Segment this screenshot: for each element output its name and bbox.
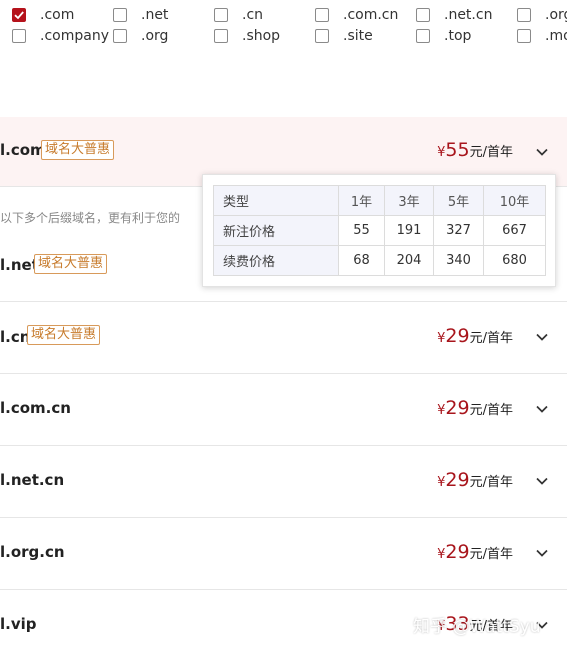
domain-name: l.net.cn <box>0 471 65 489</box>
domain-row-org-cn[interactable]: l.org.cn ¥29元/首年 <box>0 518 567 590</box>
price-unit: 元/首年 <box>469 475 513 490</box>
promo-tag: 域名大普惠 <box>27 325 101 345</box>
filter-checkbox-org[interactable]: .org <box>517 5 567 25</box>
price-unit: 元/首年 <box>469 403 513 418</box>
table-cell: 68 <box>338 245 385 276</box>
checkbox-icon <box>113 8 127 22</box>
checkbox-icon <box>416 29 430 43</box>
price-unit: 元/首年 <box>469 547 513 562</box>
chevron-down-icon[interactable] <box>535 474 549 488</box>
checkbox-checked-icon <box>12 8 26 22</box>
chevron-down-icon[interactable] <box>535 402 549 416</box>
filter-label: .company <box>40 28 109 44</box>
promo-tag: 域名大普惠 <box>34 254 108 274</box>
table-cell: 340 <box>433 245 484 276</box>
filter-label: .top <box>444 28 472 44</box>
table-cell: 667 <box>483 215 546 246</box>
filter-checkbox-shop[interactable]: .shop <box>214 26 280 46</box>
filter-checkbox-cn[interactable]: .cn <box>214 5 263 25</box>
price-value: 55 <box>445 139 470 161</box>
domain-name: l.vip <box>0 615 37 633</box>
checkbox-icon <box>517 29 531 43</box>
price-table: 类型 1年 3年 5年 10年 新注价格 55 191 327 667 续费价格… <box>213 185 546 276</box>
table-row-header: 续费价格 <box>213 245 339 276</box>
promo-text: 以下多个后缀域名，更有利于您的 <box>0 211 181 225</box>
price-value: 29 <box>445 541 470 563</box>
filter-checkbox-org-2[interactable]: .org <box>113 26 168 46</box>
filter-label: .com.cn <box>343 7 399 23</box>
table-header-cell: 1年 <box>338 185 385 216</box>
price-value: 29 <box>445 325 470 347</box>
price: ¥29元/首年 <box>437 541 513 563</box>
chevron-down-icon[interactable] <box>535 145 549 159</box>
table-row: 新注价格 55 191 327 667 <box>213 215 546 246</box>
price-value: 29 <box>445 397 470 419</box>
domain-row-cn[interactable]: l.cn 域名大普惠 ¥29元/首年 <box>0 302 567 374</box>
filter-checkbox-com[interactable]: .com <box>12 5 74 25</box>
table-header-cell: 10年 <box>483 185 546 216</box>
domain-name: l.cn <box>0 328 31 346</box>
chevron-down-icon[interactable] <box>535 546 549 560</box>
filter-checkbox-com-cn[interactable]: .com.cn <box>315 5 398 25</box>
checkbox-icon <box>315 8 329 22</box>
suffix-filter-grid: .com .net .cn .com.cn .net.cn .org .comp… <box>0 0 567 50</box>
price: ¥29元/首年 <box>437 325 513 347</box>
checkbox-icon <box>517 8 531 22</box>
filter-label: .org <box>545 7 567 23</box>
table-cell: 327 <box>433 215 484 246</box>
checkbox-icon <box>214 29 228 43</box>
filter-label: .net.cn <box>444 7 493 23</box>
filter-checkbox-top[interactable]: .top <box>416 26 471 46</box>
filter-label: .site <box>343 28 373 44</box>
table-row-header: 新注价格 <box>213 215 339 246</box>
filter-checkbox-site[interactable]: .site <box>315 26 373 46</box>
checkbox-icon <box>315 29 329 43</box>
checkbox-icon <box>416 8 430 22</box>
table-cell: 204 <box>384 245 434 276</box>
price: ¥29元/首年 <box>437 469 513 491</box>
price-unit: 元/首年 <box>469 145 513 160</box>
table-cell: 191 <box>384 215 434 246</box>
domain-row-net-cn[interactable]: l.net.cn ¥29元/首年 <box>0 446 567 518</box>
filter-checkbox-net[interactable]: .net <box>113 5 168 25</box>
filter-label: .mo <box>545 28 567 44</box>
filter-label: .com <box>40 7 75 23</box>
filter-label: .cn <box>242 7 264 23</box>
table-header-cell: 5年 <box>433 185 484 216</box>
table-cell: 680 <box>483 245 546 276</box>
table-header-cell: 3年 <box>384 185 434 216</box>
table-header-cell: 类型 <box>213 185 339 216</box>
price: ¥29元/首年 <box>437 397 513 419</box>
filter-label: .org <box>141 28 169 44</box>
table-cell: 55 <box>338 215 385 246</box>
checkbox-icon <box>214 8 228 22</box>
watermark: 知乎 @WattSyu <box>413 617 541 637</box>
table-row: 续费价格 68 204 340 680 <box>213 245 546 276</box>
promo-tag: 域名大普惠 <box>41 140 115 160</box>
filter-checkbox-net-cn[interactable]: .net.cn <box>416 5 492 25</box>
price-popover: 类型 1年 3年 5年 10年 新注价格 55 191 327 667 续费价格… <box>202 174 556 287</box>
domain-name: l.org.cn <box>0 543 65 561</box>
filter-label: .net <box>141 7 169 23</box>
price-unit: 元/首年 <box>469 331 513 346</box>
table-header-row: 类型 1年 3年 5年 10年 <box>213 185 546 216</box>
filter-checkbox-company[interactable]: .company <box>12 26 109 46</box>
price: ¥55元/首年 <box>437 139 513 161</box>
checkbox-icon <box>113 29 127 43</box>
price-value: 29 <box>445 469 470 491</box>
domain-name: l.com.cn <box>0 399 71 417</box>
domain-name: l.com <box>0 141 46 159</box>
chevron-down-icon[interactable] <box>535 330 549 344</box>
checkbox-icon <box>12 29 26 43</box>
domain-row-com-cn[interactable]: l.com.cn ¥29元/首年 <box>0 374 567 446</box>
filter-label: .shop <box>242 28 281 44</box>
filter-checkbox-mo[interactable]: .mo <box>517 26 567 46</box>
